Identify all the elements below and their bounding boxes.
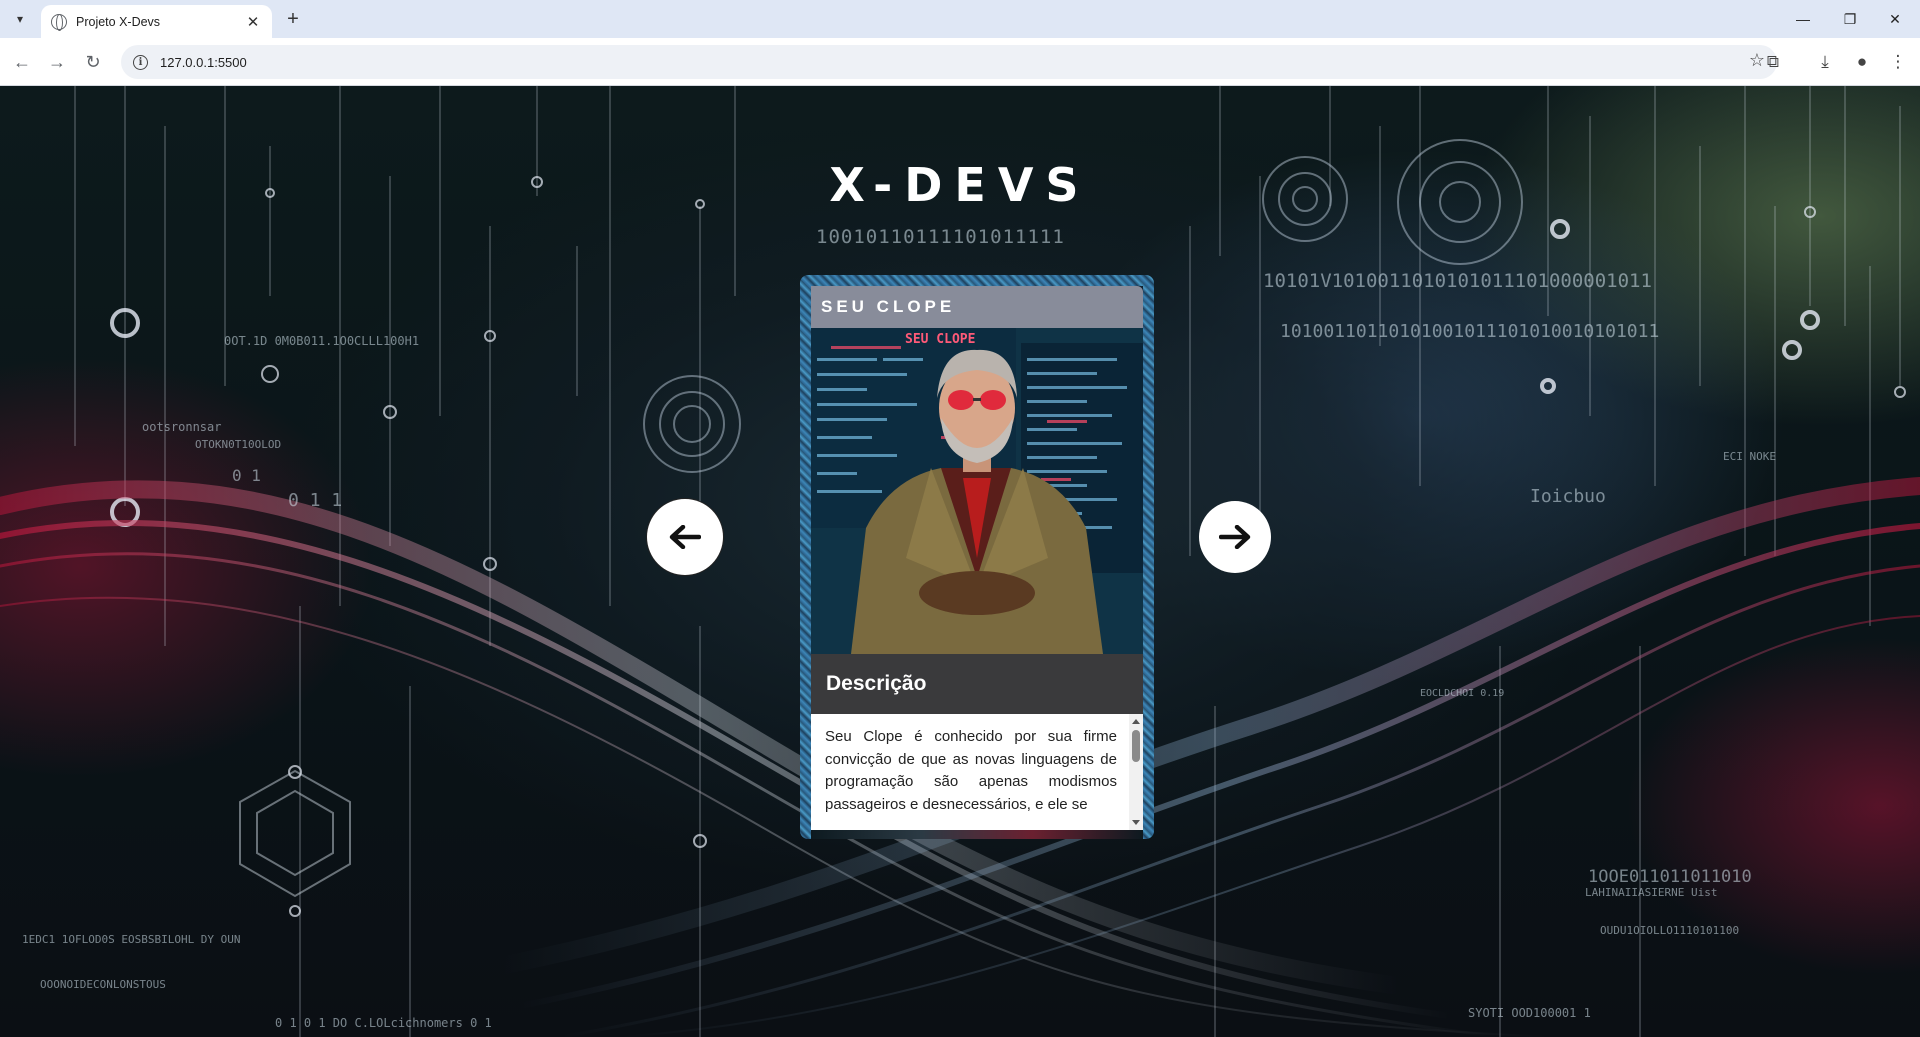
binary-decor: 0 1 0 1 DO C.LOLcichnomers 0 1 [275,1016,492,1030]
browser-menu-button[interactable]: ⋮ [1884,48,1912,76]
restore-icon: ❐ [1843,10,1857,27]
extensions-button[interactable]: ⧉ [1759,48,1787,76]
binary-decor: 0OT.1D 0M0B011.1O0CLLL100H1 [224,334,420,348]
binary-decor: OTOKN0T10OLOD [195,438,282,451]
reload-icon: ↻ [85,51,101,72]
forward-button[interactable]: → [43,48,71,76]
profile-avatar-icon: ● [1856,52,1868,71]
arrow-forward-icon: → [48,51,66,72]
reload-button[interactable]: ↻ [79,48,107,76]
chevron-down-icon: ▾ [16,12,24,26]
globe-icon [51,13,67,31]
url-text: 127.0.0.1:5500 [160,54,247,70]
tab-title: Projeto X-Devs [76,14,161,29]
minimize-icon: — [1796,11,1810,27]
binary-decor: 10100110110101001011101010010101011 [1280,321,1660,342]
restore-button[interactable]: ❐ [1827,4,1873,34]
scroll-thumb[interactable] [1132,730,1140,762]
minimize-button[interactable]: — [1780,4,1826,34]
binary-decor: LAHINAIIASIERNE Uist [1585,886,1718,899]
description-text: Seu Clope é conhecido por sua firme conv… [825,728,1117,813]
character-portrait: SEU CLOPE [811,328,1143,654]
binary-decor: 0 1 [232,466,261,485]
downloads-button[interactable]: ⤓ [1811,48,1839,76]
page-title: X-DEVS [829,158,1091,212]
card-bottom-strip [811,830,1143,839]
binary-decor: 0 1 1 [288,490,343,511]
binary-decor: OOONOIDECONLONSTOUS [40,978,166,991]
description-box[interactable]: Seu Clope é conhecido por sua firme conv… [811,714,1143,830]
page-viewport: 10010110111101011111 10101V1010011010101… [0,86,1920,1037]
binary-decor: Ioicbuo [1530,486,1606,507]
new-tab-button[interactable]: + [281,7,305,31]
binary-decor: ootsronnsar [142,420,222,434]
character-image: SEU CLOPE [811,328,1143,654]
arrow-right-icon [1219,525,1251,549]
browser-tab-bar: ▾ Projeto X-Devs ✕ + — ❐ ✕ [0,0,1920,38]
binary-decor: ECI NOKE [1723,450,1776,463]
binary-decor: 1EDC1 1OFLOD0S EOSBSBILOHL DY OUN [22,933,241,946]
description-header: Descrição [811,654,1143,714]
card-name: SEU CLOPE [821,297,956,316]
browser-tab[interactable]: Projeto X-Devs ✕ [41,5,272,38]
back-button[interactable]: ← [8,48,36,76]
download-icon: ⤓ [1821,52,1829,71]
binary-decor: EOCLDCHOI 0.19 [1420,688,1505,699]
tab-search-button[interactable]: ▾ [8,7,32,31]
previous-card-button[interactable] [649,501,721,573]
binary-decor: 1OOE011011011010 [1588,867,1752,887]
binary-decor: SYOTI OOD100001 1 [1468,1006,1591,1020]
binary-decor: 10010110111101011111 [816,226,1065,248]
binary-decor: 10101V1010011010101011101000001011 [1263,270,1652,292]
address-bar[interactable]: i 127.0.0.1:5500 ☆ [121,45,1777,79]
character-card: SEU CLOPE SEU CLOPE Descrição Seu Clope … [800,275,1154,839]
arrow-left-icon [669,525,701,549]
close-tab-button[interactable]: ✕ [244,13,262,31]
description-scrollbar[interactable] [1129,714,1143,830]
site-info-icon[interactable]: i [133,54,148,70]
scroll-down-arrow-icon[interactable] [1132,820,1140,825]
screen-label: SEU CLOPE [905,332,975,347]
description-title: Descrição [826,672,927,695]
kebab-menu-icon: ⋮ [1889,52,1907,71]
puzzle-icon: ⧉ [1766,52,1780,71]
arrow-back-icon: ← [13,51,31,72]
scroll-up-arrow-icon[interactable] [1132,719,1140,724]
card-body: SEU CLOPE SEU CLOPE Descrição Seu Clope … [811,286,1143,839]
close-icon: ✕ [1889,10,1901,27]
close-window-button[interactable]: ✕ [1872,4,1918,34]
binary-decor: OUDU1OIOLLO1110101100 [1600,924,1740,937]
next-card-button[interactable] [1199,501,1271,573]
card-name-bar: SEU CLOPE [811,286,1143,328]
browser-toolbar: ← → ↻ i 127.0.0.1:5500 ☆ ⧉ ⤓ ● ⋮ [0,38,1920,86]
plus-icon: + [287,7,299,30]
profile-button[interactable]: ● [1848,48,1876,76]
